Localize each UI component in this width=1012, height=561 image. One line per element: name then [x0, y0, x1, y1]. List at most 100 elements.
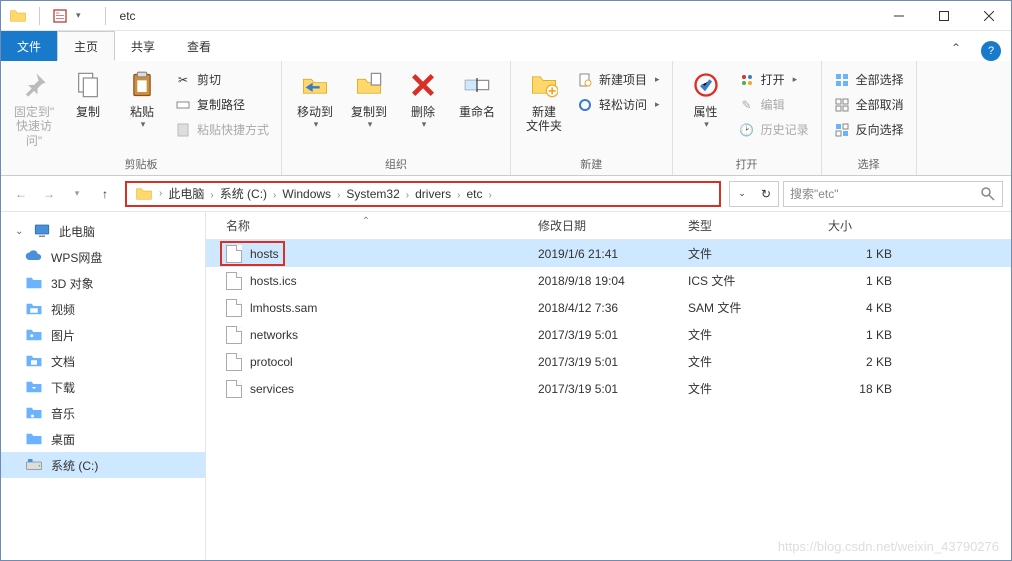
tree-item[interactable]: 桌面: [1, 426, 205, 452]
quick-access-toolbar: ▾: [9, 7, 112, 25]
share-tab[interactable]: 共享: [115, 31, 171, 61]
copy-path-button[interactable]: 复制路径: [171, 94, 273, 115]
navigation-pane[interactable]: ⌄ 此电脑 WPS网盘3D 对象视频图片文档下载音乐桌面 系统 (C:): [1, 212, 206, 560]
qat-dropdown-icon[interactable]: ▾: [76, 10, 81, 21]
column-size[interactable]: 大小: [816, 217, 916, 234]
pin-to-quick-access-button[interactable]: 固定到" 快速访问": [9, 65, 59, 152]
address-bar[interactable]: › 此电脑›系统 (C:)›Windows›System32›drivers›e…: [125, 181, 721, 207]
up-button[interactable]: ↑: [93, 182, 117, 206]
breadcrumb-segment[interactable]: etc: [462, 187, 486, 201]
maximize-button[interactable]: [921, 1, 966, 30]
tree-item[interactable]: 下载: [1, 374, 205, 400]
music-icon: [25, 404, 43, 422]
copy-to-button[interactable]: 复制到▾: [344, 65, 394, 134]
file-list: ⌃名称 修改日期 类型 大小 hosts2019/1/6 21:41文件1 KB…: [206, 212, 1011, 560]
chevron-right-icon[interactable]: ›: [404, 190, 411, 201]
file-row[interactable]: networks2017/3/19 5:01文件1 KB: [206, 321, 1011, 348]
tree-system-drive[interactable]: 系统 (C:): [1, 452, 205, 478]
column-name[interactable]: ⌃名称: [206, 217, 526, 234]
file-row[interactable]: services2017/3/19 5:01文件18 KB: [206, 375, 1011, 402]
chevron-right-icon[interactable]: ›: [157, 188, 164, 199]
chevron-right-icon[interactable]: ›: [208, 190, 215, 201]
tree-item[interactable]: 3D 对象: [1, 270, 205, 296]
file-size: 2 KB: [816, 355, 916, 369]
tree-this-pc[interactable]: ⌄ 此电脑: [1, 218, 205, 244]
refresh-button[interactable]: ↻: [754, 182, 778, 206]
cut-button[interactable]: ✂剪切: [171, 69, 273, 90]
navigation-bar: ← → ▾ ↑ › 此电脑›系统 (C:)›Windows›System32›d…: [1, 176, 1011, 212]
paste-shortcut-button[interactable]: 粘贴快捷方式: [171, 119, 273, 140]
search-box[interactable]: 搜索"etc": [783, 181, 1003, 207]
properties-icon[interactable]: [52, 8, 68, 24]
new-item-button[interactable]: 新建项目▸: [573, 69, 664, 90]
move-to-button[interactable]: 移动到▾: [290, 65, 340, 134]
search-placeholder: 搜索"etc": [790, 185, 839, 202]
search-icon: [980, 186, 996, 202]
expand-icon[interactable]: ⌄: [15, 226, 25, 237]
back-button[interactable]: ←: [9, 182, 33, 206]
forward-button[interactable]: →: [37, 182, 61, 206]
tree-item[interactable]: WPS网盘: [1, 244, 205, 270]
help-button[interactable]: ?: [981, 41, 1001, 61]
file-row[interactable]: lmhosts.sam2018/4/12 7:36SAM 文件4 KB: [206, 294, 1011, 321]
downloads-icon: [25, 378, 43, 396]
chevron-right-icon[interactable]: ›: [486, 190, 493, 201]
file-row[interactable]: hosts.ics2018/9/18 19:04ICS 文件1 KB: [206, 267, 1011, 294]
collapse-ribbon-button[interactable]: ⌃: [941, 35, 971, 61]
file-date: 2019/1/6 21:41: [526, 247, 676, 261]
file-tab[interactable]: 文件: [1, 31, 57, 61]
column-date[interactable]: 修改日期: [526, 217, 676, 234]
file-row[interactable]: hosts2019/1/6 21:41文件1 KB: [206, 240, 1011, 267]
recent-locations-button[interactable]: ▾: [65, 182, 89, 206]
tree-item[interactable]: 文档: [1, 348, 205, 374]
history-button[interactable]: 🕑历史记录: [735, 119, 813, 140]
select-all-button[interactable]: 全部选择: [830, 69, 908, 90]
edit-button[interactable]: ✎编辑: [735, 94, 813, 115]
minimize-button[interactable]: [876, 1, 921, 30]
breadcrumb-segment[interactable]: 系统 (C:): [216, 187, 271, 201]
view-tab[interactable]: 查看: [171, 31, 227, 61]
tree-item[interactable]: 视频: [1, 296, 205, 322]
close-button[interactable]: [966, 1, 1011, 30]
breadcrumb-segment[interactable]: System32: [342, 187, 403, 201]
file-type: ICS 文件: [676, 272, 816, 289]
properties-button[interactable]: 属性▾: [681, 65, 731, 134]
file-name: lmhosts.sam: [250, 301, 317, 315]
paste-shortcut-icon: [175, 122, 191, 138]
home-tab[interactable]: 主页: [57, 31, 115, 61]
column-type[interactable]: 类型: [676, 217, 816, 234]
file-icon: [226, 353, 242, 371]
explorer-body: ⌄ 此电脑 WPS网盘3D 对象视频图片文档下载音乐桌面 系统 (C:) ⌃名称…: [1, 212, 1011, 560]
copy-path-icon: [175, 97, 191, 113]
ribbon-group-organize: 移动到▾ 复制到▾ 删除▾ 重命名 组织: [282, 61, 511, 175]
file-row[interactable]: protocol2017/3/19 5:01文件2 KB: [206, 348, 1011, 375]
previous-locations-button[interactable]: ⌄: [730, 182, 754, 206]
sort-indicator-icon: ⌃: [362, 216, 370, 227]
window-controls: [876, 1, 1011, 30]
tree-item[interactable]: 图片: [1, 322, 205, 348]
delete-button[interactable]: 删除▾: [398, 65, 448, 134]
new-folder-button[interactable]: 新建 文件夹: [519, 65, 569, 138]
folder3d-icon: [25, 274, 43, 292]
file-name: services: [250, 382, 294, 396]
file-icon: [226, 299, 242, 317]
select-none-button[interactable]: 全部取消: [830, 94, 908, 115]
open-icon: [739, 72, 755, 88]
separator: [105, 7, 106, 25]
easy-access-button[interactable]: 轻松访问▸: [573, 94, 664, 115]
pictures-icon: [25, 326, 43, 344]
file-icon: [226, 326, 242, 344]
ribbon-group-clipboard: 固定到" 快速访问" 复制 粘贴▾ ✂剪切 复制路径 粘贴快捷方式 剪贴板: [1, 61, 282, 175]
open-button[interactable]: 打开▸: [735, 69, 813, 90]
breadcrumb-segment[interactable]: 此电脑: [164, 187, 208, 201]
copy-button[interactable]: 复制: [63, 65, 113, 123]
tree-item[interactable]: 音乐: [1, 400, 205, 426]
file-type: SAM 文件: [676, 299, 816, 316]
invert-selection-button[interactable]: 反向选择: [830, 119, 908, 140]
rename-button[interactable]: 重命名: [452, 65, 502, 123]
folder-icon: [135, 185, 153, 203]
this-pc-icon: [33, 222, 51, 240]
paste-button[interactable]: 粘贴▾: [117, 65, 167, 134]
breadcrumb-segment[interactable]: Windows: [278, 187, 335, 201]
breadcrumb-segment[interactable]: drivers: [411, 187, 455, 201]
